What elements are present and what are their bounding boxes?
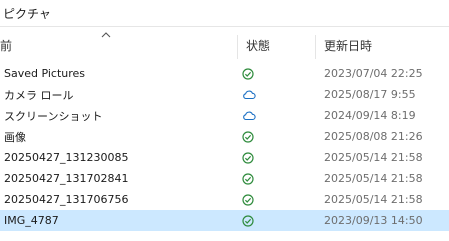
column-header-name-label: 前: [0, 38, 13, 53]
file-modified-date: 2024/09/14 8:19: [324, 109, 416, 122]
cloud-only-icon: [242, 84, 262, 105]
address-bar[interactable]: ピクチャ: [0, 0, 449, 27]
file-name: 20250427_131702841: [4, 172, 129, 185]
file-name: 画像: [4, 130, 26, 144]
column-header-status[interactable]: 状態: [238, 27, 314, 63]
file-row[interactable]: IMG_4787 2023/09/13 14:50: [0, 210, 449, 231]
column-header-date[interactable]: 更新日時: [316, 27, 449, 63]
file-name: Saved Pictures: [4, 67, 86, 80]
file-row[interactable]: スクリーンショット 2024/09/14 8:19: [0, 105, 449, 126]
file-modified-date: 2025/05/14 21:58: [324, 172, 423, 185]
file-modified-date: 2025/05/14 21:58: [324, 193, 423, 206]
available-locally-icon: [242, 147, 262, 168]
file-modified-date: 2025/05/14 21:58: [324, 151, 423, 164]
column-header-row: 前 状態 更新日時: [0, 27, 449, 63]
available-locally-icon: [242, 189, 262, 210]
file-row[interactable]: 画像 2025/08/08 21:26: [0, 126, 449, 147]
breadcrumb-pictures[interactable]: ピクチャ: [0, 5, 51, 22]
file-name: カメラ ロール: [4, 88, 74, 102]
cloud-only-icon: [242, 105, 262, 126]
file-modified-date: 2023/09/13 14:50: [324, 214, 423, 227]
available-locally-icon: [242, 63, 262, 84]
file-modified-date: 2023/07/04 22:25: [324, 67, 423, 80]
available-locally-icon: [242, 168, 262, 189]
file-name: スクリーンショット: [4, 109, 103, 123]
file-list: Saved Pictures 2023/07/04 22:25 カメラ ロール 202…: [0, 63, 449, 231]
file-modified-date: 2025/08/08 21:26: [324, 130, 423, 143]
file-row[interactable]: 20250427_131230085 2025/05/14 21:58: [0, 147, 449, 168]
available-locally-icon: [242, 126, 262, 147]
file-name: IMG_4787: [4, 214, 59, 227]
column-header-status-label: 状態: [246, 38, 271, 53]
file-explorer-window: ピクチャ 前 状態 更新日時 Saved Pictures 2023/07/04 …: [0, 0, 449, 241]
file-name: 20250427_131230085: [4, 151, 129, 164]
sort-ascending-icon: [101, 28, 111, 38]
file-row[interactable]: 20250427_131702841 2025/05/14 21:58: [0, 168, 449, 189]
file-modified-date: 2025/08/17 9:55: [324, 88, 416, 101]
file-row[interactable]: カメラ ロール 2025/08/17 9:55: [0, 84, 449, 105]
column-header-date-label: 更新日時: [324, 38, 373, 53]
column-header-name[interactable]: 前: [0, 27, 236, 63]
file-row[interactable]: 20250427_131706756 2025/05/14 21:58: [0, 189, 449, 210]
available-locally-icon: [242, 210, 262, 231]
file-name: 20250427_131706756: [4, 193, 129, 206]
file-row[interactable]: Saved Pictures 2023/07/04 22:25: [0, 63, 449, 84]
